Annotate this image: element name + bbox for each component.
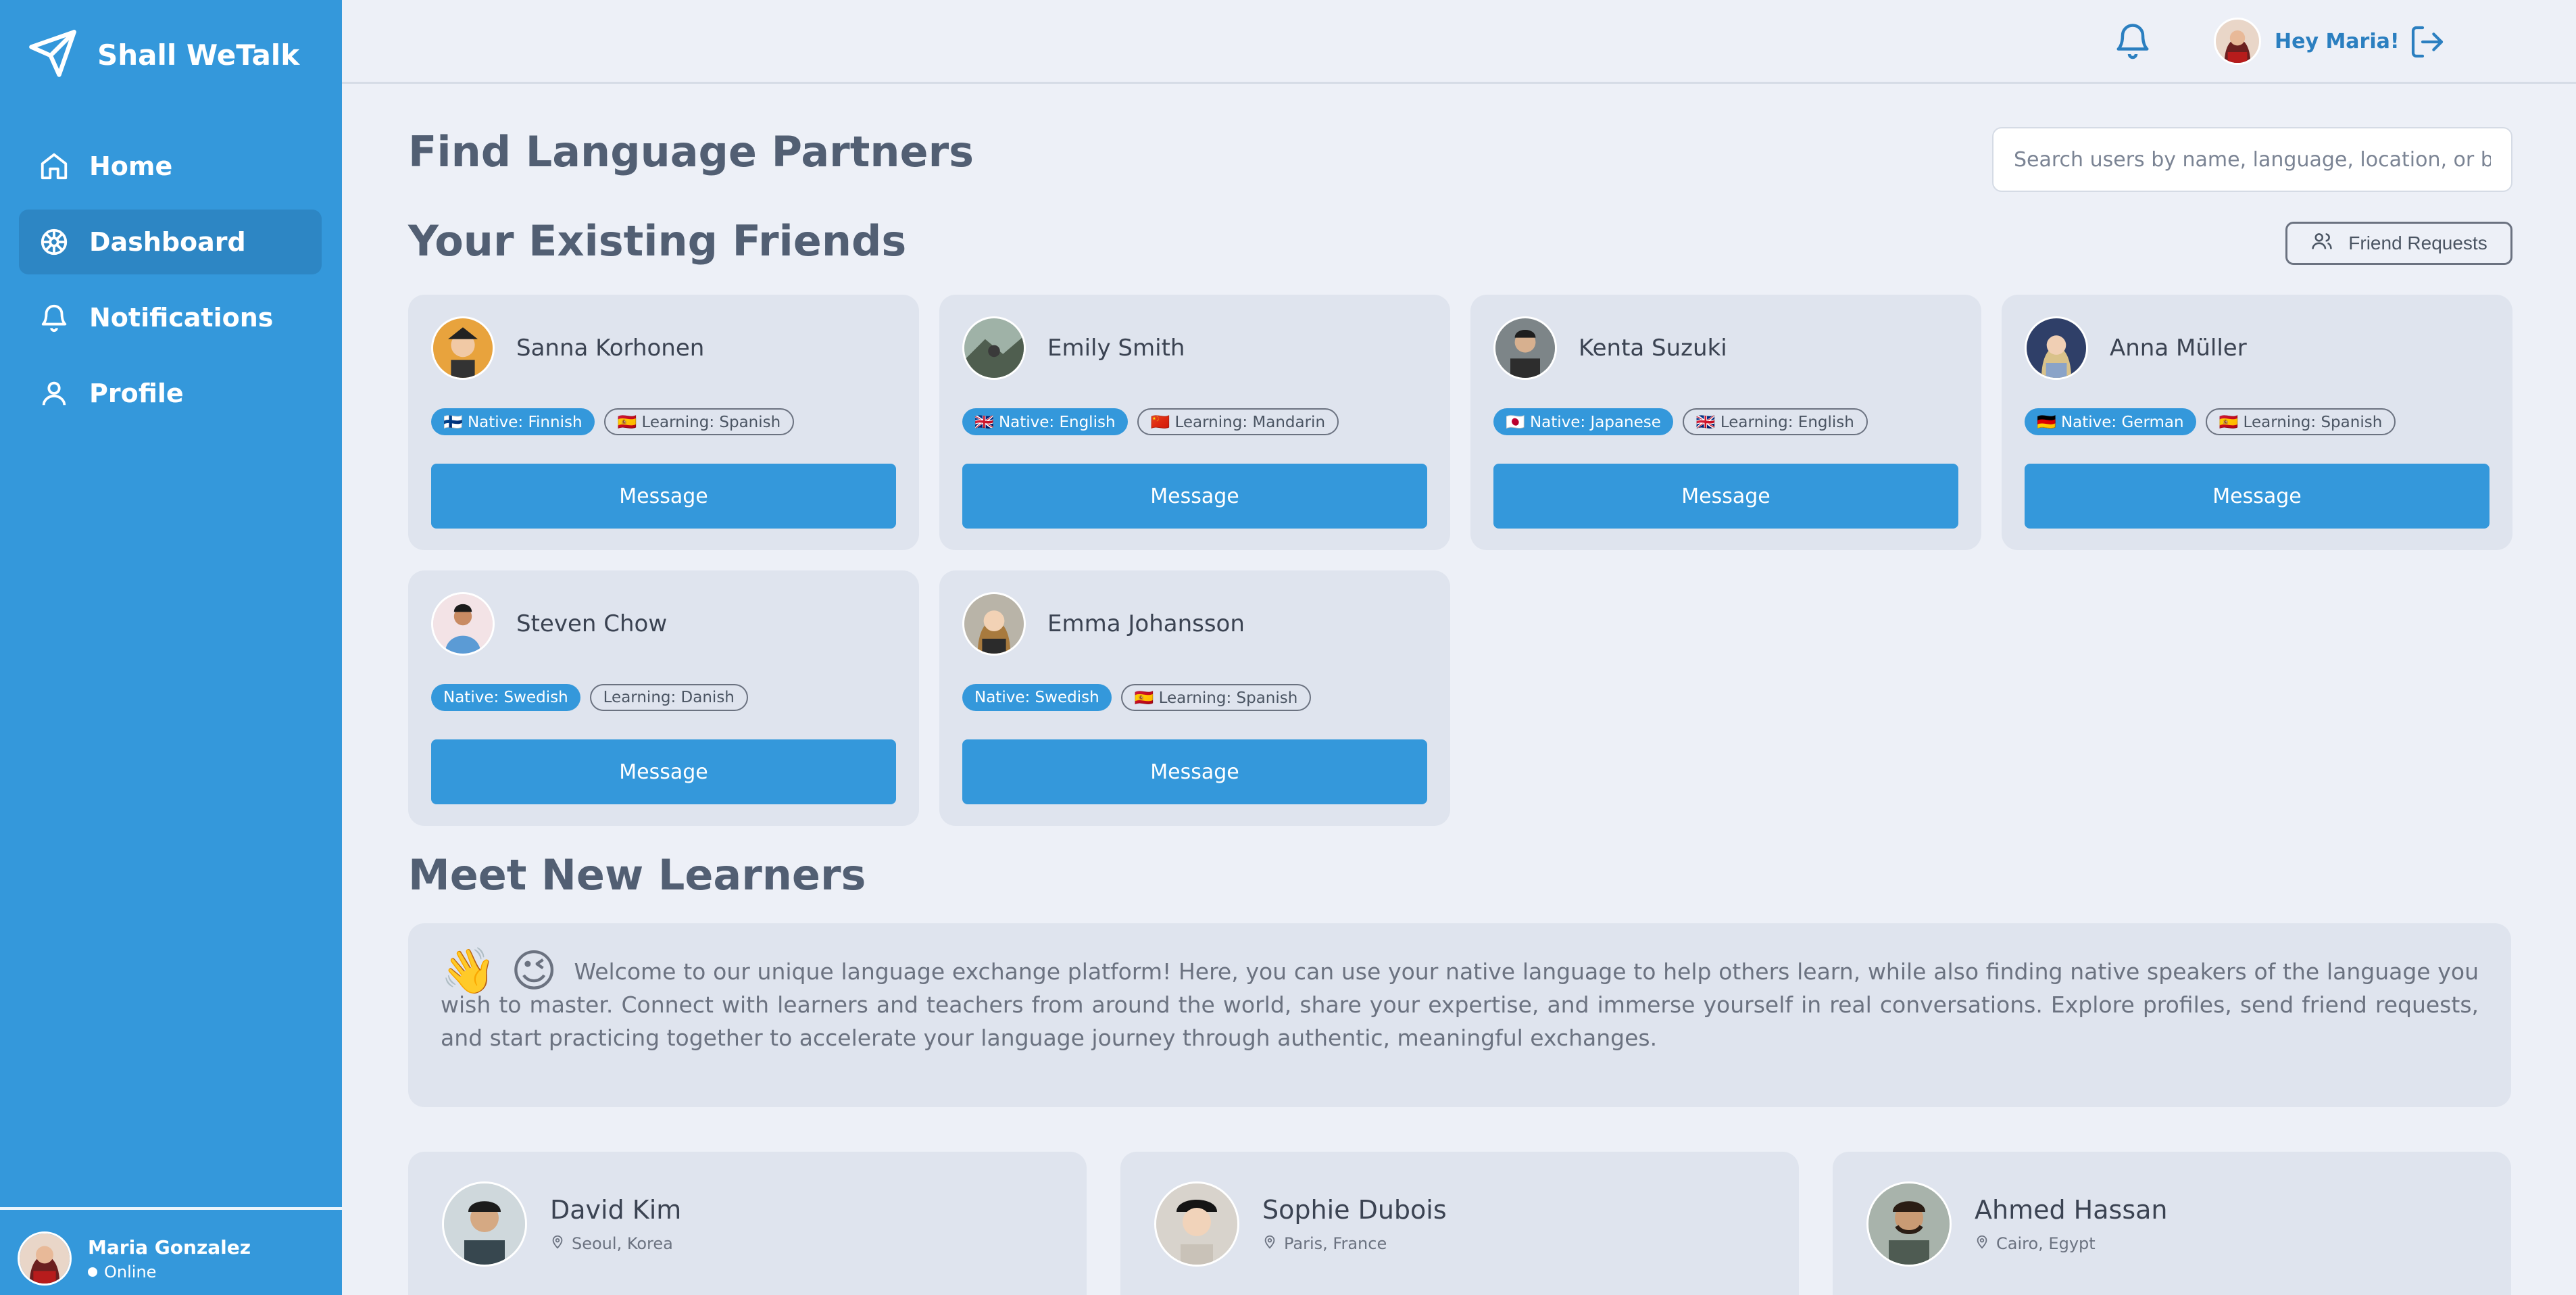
avatar <box>431 592 495 656</box>
sidebar-item-label: Dashboard <box>89 227 246 257</box>
friends-section-title: Your Existing Friends <box>408 216 907 266</box>
sidebar-divider <box>0 1207 342 1210</box>
learning-language-badge: 🇬🇧 Learning: English <box>1682 408 1868 435</box>
avatar <box>1866 1181 1952 1267</box>
logout-icon[interactable] <box>2408 23 2446 61</box>
native-language-badge: 🇩🇪 Native: German <box>2025 408 2196 435</box>
learner-name: Ahmed Hassan <box>1975 1195 2168 1225</box>
learner-card[interactable]: Sophie Dubois Paris, France <box>1120 1152 1799 1295</box>
avatar <box>442 1181 527 1267</box>
friend-card: Emily Smith 🇬🇧 Native: English 🇨🇳 Learni… <box>939 295 1450 550</box>
location-text: Seoul, Korea <box>572 1234 673 1253</box>
native-language-badge: Native: Swedish <box>962 684 1112 711</box>
avatar <box>962 316 1026 380</box>
friend-name: Kenta Suzuki <box>1579 335 1727 362</box>
sidebar-user[interactable]: Maria Gonzalez Online <box>18 1231 251 1286</box>
sidebar-item-label: Notifications <box>89 303 274 333</box>
learning-language-badge: 🇪🇸 Learning: Spanish <box>2205 408 2396 435</box>
users-icon <box>2310 230 2333 258</box>
sidebar: Shall WeTalk Home Dashboard Notification… <box>0 0 342 1295</box>
message-button[interactable]: Message <box>1493 464 1958 529</box>
topbar-user[interactable]: Hey Maria! <box>2214 18 2400 65</box>
topbar: Hey Maria! <box>342 0 2576 84</box>
learning-language-badge: 🇨🇳 Learning: Mandarin <box>1137 408 1339 435</box>
sidebar-nav: Home Dashboard Notifications Profile <box>19 134 322 437</box>
friend-card: Kenta Suzuki 🇯🇵 Native: Japanese 🇬🇧 Lear… <box>1470 295 1981 550</box>
message-button[interactable]: Message <box>962 739 1427 804</box>
native-language-badge: 🇯🇵 Native: Japanese <box>1493 408 1673 435</box>
notifications-bell-icon[interactable] <box>2112 19 2153 62</box>
message-button[interactable]: Message <box>431 739 896 804</box>
avatar <box>2025 316 2088 380</box>
learning-language-badge: Learning: Danish <box>589 684 748 711</box>
sidebar-item-home[interactable]: Home <box>19 134 322 199</box>
friend-card: Steven Chow Native: Swedish Learning: Da… <box>408 570 919 826</box>
brand[interactable]: Shall WeTalk <box>27 26 299 84</box>
welcome-message: 👋 😉 Welcome to our unique language excha… <box>408 923 2511 1107</box>
friend-card: Anna Müller 🇩🇪 Native: German 🇪🇸 Learnin… <box>2002 295 2512 550</box>
friend-name: Sanna Korhonen <box>516 335 705 362</box>
bell-icon <box>36 300 72 335</box>
waving-winking-emoji-icon: 👋 😉 <box>441 945 558 997</box>
greeting-text: Hey Maria! <box>2275 29 2400 53</box>
friend-name: Emily Smith <box>1047 335 1185 362</box>
learner-name: Sophie Dubois <box>1262 1195 1447 1225</box>
search-input[interactable] <box>1992 127 2512 192</box>
avatar <box>18 1231 72 1286</box>
message-button[interactable]: Message <box>962 464 1427 529</box>
user-icon <box>36 376 72 411</box>
avatar <box>962 592 1026 656</box>
learner-location: Seoul, Korea <box>550 1234 681 1253</box>
native-language-badge: Native: Swedish <box>431 684 580 711</box>
avatar <box>1154 1181 1239 1267</box>
avatar <box>1493 316 1557 380</box>
sidebar-item-label: Profile <box>89 378 184 408</box>
learning-language-badge: 🇪🇸 Learning: Spanish <box>1120 684 1312 711</box>
sidebar-item-dashboard[interactable]: Dashboard <box>19 210 322 274</box>
location-pin-icon <box>1262 1234 1277 1253</box>
sidebar-user-status: Online <box>88 1263 251 1281</box>
message-button[interactable]: Message <box>2025 464 2490 529</box>
status-text: Online <box>104 1262 157 1281</box>
page-title: Find Language Partners <box>408 127 974 176</box>
native-language-badge: 🇫🇮 Native: Finnish <box>431 408 595 435</box>
dashboard-icon <box>36 224 72 260</box>
friend-name: Steven Chow <box>516 610 668 637</box>
friend-requests-button[interactable]: Friend Requests <box>2285 222 2512 265</box>
location-pin-icon <box>550 1234 565 1253</box>
location-pin-icon <box>1975 1234 1989 1253</box>
learners-section-title: Meet New Learners <box>408 850 866 900</box>
sidebar-item-label: Home <box>89 151 173 181</box>
avatar <box>431 316 495 380</box>
learner-card[interactable]: Ahmed Hassan Cairo, Egypt <box>1833 1152 2511 1295</box>
learner-location: Cairo, Egypt <box>1975 1234 2168 1253</box>
sidebar-item-notifications[interactable]: Notifications <box>19 285 322 350</box>
home-icon <box>36 149 72 184</box>
friend-card: Emma Johansson Native: Swedish 🇪🇸 Learni… <box>939 570 1450 826</box>
friend-requests-label: Friend Requests <box>2348 233 2487 253</box>
welcome-text: Welcome to our unique language exchange … <box>441 958 2479 1051</box>
sidebar-item-profile[interactable]: Profile <box>19 361 322 426</box>
location-text: Paris, France <box>1284 1234 1387 1253</box>
location-text: Cairo, Egypt <box>1996 1234 2096 1253</box>
sidebar-user-name: Maria Gonzalez <box>88 1236 251 1259</box>
learning-language-badge: 🇪🇸 Learning: Spanish <box>603 408 795 435</box>
message-button[interactable]: Message <box>431 464 896 529</box>
online-dot-icon <box>88 1267 97 1277</box>
friend-name: Emma Johansson <box>1047 610 1245 637</box>
friend-name: Anna Müller <box>2110 335 2247 362</box>
avatar <box>2214 18 2261 65</box>
native-language-badge: 🇬🇧 Native: English <box>962 408 1128 435</box>
app-name: Shall WeTalk <box>97 38 300 72</box>
paper-plane-icon <box>27 28 78 82</box>
learner-card[interactable]: David Kim Seoul, Korea <box>408 1152 1087 1295</box>
learner-location: Paris, France <box>1262 1234 1447 1253</box>
friend-card: Sanna Korhonen 🇫🇮 Native: Finnish 🇪🇸 Lea… <box>408 295 919 550</box>
learner-name: David Kim <box>550 1195 682 1225</box>
